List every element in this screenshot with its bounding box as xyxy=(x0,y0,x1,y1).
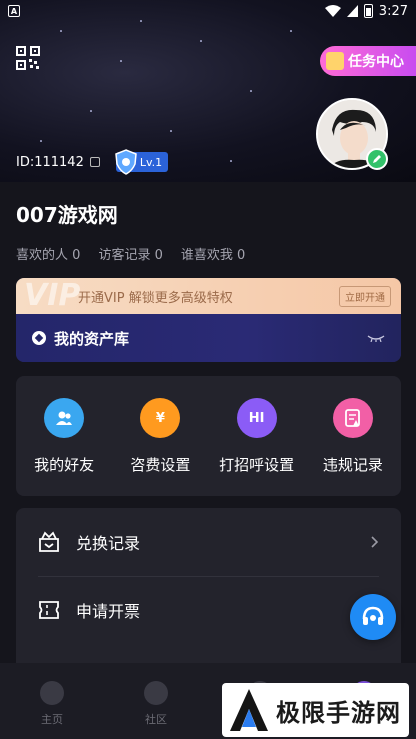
clock: 3:27 xyxy=(378,3,408,19)
vip-promo-text: 开通VIP 解锁更多高级特权 xyxy=(78,290,233,306)
stat-likes-me[interactable]: 谁喜欢我 0 xyxy=(181,244,245,263)
vip-open-button[interactable]: 立即开通 xyxy=(339,285,391,307)
battery-icon xyxy=(363,4,373,18)
diamond-icon xyxy=(32,331,46,345)
quick-greeting-settings[interactable]: HI 打招呼设置 xyxy=(209,376,305,496)
task-center-label: 任务中心 xyxy=(348,54,404,70)
wifi-icon xyxy=(324,5,341,17)
tab-home[interactable]: 主页 xyxy=(0,663,104,739)
settings-menu: 兑换记录 申请开票 xyxy=(16,508,401,678)
qr-code-icon[interactable] xyxy=(16,46,40,70)
stat-visitors[interactable]: 访客记录 0 xyxy=(98,244,162,263)
quick-violation-records[interactable]: 违规记录 xyxy=(305,376,401,496)
user-id: ID:111142 xyxy=(16,154,84,170)
planet-icon xyxy=(144,681,168,705)
vip-promo-banner[interactable]: VIP 开通VIP 解锁更多高级特权 立即开通 xyxy=(16,278,401,314)
invoice-icon xyxy=(39,601,59,619)
gift-icon xyxy=(326,52,344,70)
shield-icon xyxy=(115,149,137,175)
quick-fee-settings[interactable]: ¥ 咨费设置 xyxy=(112,376,208,496)
sim-icon xyxy=(346,5,358,17)
headset-icon xyxy=(362,606,384,625)
level-label: Lv.1 xyxy=(139,155,163,169)
site-watermark: 极限手游网 xyxy=(222,683,409,737)
site-logo-icon xyxy=(230,689,268,731)
friends-icon xyxy=(44,398,85,438)
status-bar: A 3:27 xyxy=(0,0,416,22)
asset-library-row[interactable]: 我的资产库 xyxy=(16,314,401,362)
notification-a-icon: A xyxy=(8,5,20,17)
level-badge: Lv.1 xyxy=(115,149,169,175)
menu-item-invoice[interactable]: 申请开票 xyxy=(16,576,401,644)
customer-service-button[interactable] xyxy=(350,594,396,640)
quick-actions-panel: 我的好友 ¥ 咨费设置 HI 打招呼设置 违规记录 xyxy=(16,376,401,496)
copy-icon[interactable] xyxy=(89,157,100,167)
profile-header: 任务中心 ID:111142 Lv.1 xyxy=(0,0,416,182)
menu-item-exchange-records[interactable]: 兑换记录 xyxy=(16,508,401,576)
stat-liked[interactable]: 喜欢的人 0 xyxy=(16,244,80,263)
task-center-button[interactable]: 任务中心 xyxy=(320,46,416,76)
profile-stats: 喜欢的人 0 访客记录 0 谁喜欢我 0 xyxy=(16,244,245,263)
chevron-right-icon xyxy=(371,536,379,548)
pencil-icon xyxy=(373,155,381,163)
report-icon xyxy=(332,398,373,438)
vip-watermark: VIP xyxy=(24,278,81,313)
asset-library-label: 我的资产库 xyxy=(54,329,130,348)
quick-friends[interactable]: 我的好友 xyxy=(16,376,112,496)
tab-community[interactable]: 社区 xyxy=(104,663,208,739)
vip-asset-card: VIP 开通VIP 解锁更多高级特权 立即开通 我的资产库 xyxy=(16,278,401,362)
hi-icon: HI xyxy=(236,398,277,438)
home-icon xyxy=(40,681,64,705)
yen-icon: ¥ xyxy=(140,398,181,438)
exchange-icon xyxy=(39,531,59,552)
site-watermark-text: 极限手游网 xyxy=(276,698,401,727)
eye-closed-icon[interactable] xyxy=(367,334,385,342)
edit-avatar-button[interactable] xyxy=(366,148,388,170)
profile-name: 007游戏网 xyxy=(16,203,118,227)
